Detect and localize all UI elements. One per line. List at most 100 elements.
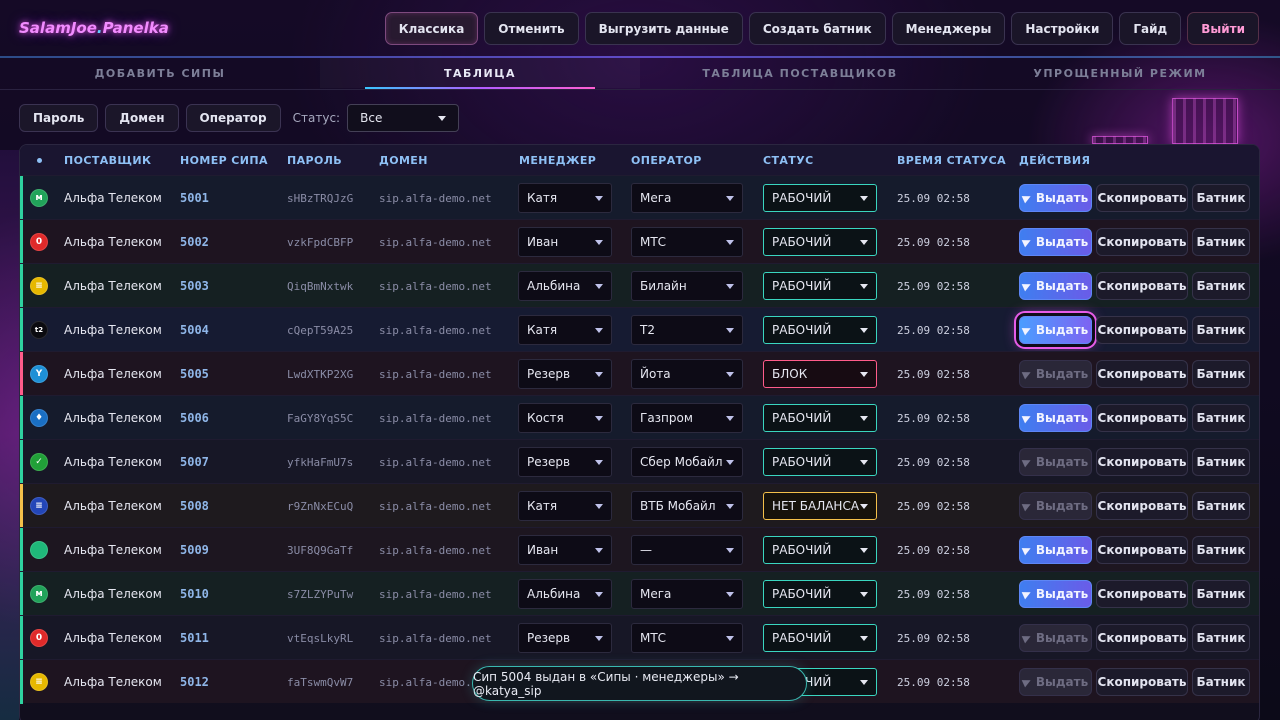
batnik-button[interactable]: Батник [1192,184,1250,212]
manager-select[interactable]: Резерв [518,447,612,477]
header-supplier[interactable]: ПОСТАВЩИК [64,145,151,175]
operator-select[interactable]: — [631,535,743,565]
status-select[interactable]: БЛОК [763,360,877,388]
status-select[interactable]: РАБОЧИЙ [763,448,877,476]
header-operator[interactable]: ОПЕРАТОР [631,145,702,175]
copy-button[interactable]: Скопировать [1096,624,1188,652]
status-select[interactable]: РАБОЧИЙ [763,316,877,344]
issue-button[interactable]: Выдать [1019,536,1092,564]
classic-button[interactable]: Классика [384,12,479,45]
manager-select[interactable]: Иван [518,227,612,257]
logout-button[interactable]: Выйти [1187,12,1259,45]
copy-button[interactable]: Скопировать [1096,228,1188,256]
manager-select[interactable]: Резерв [518,359,612,389]
issue-button[interactable]: Выдать [1019,448,1092,476]
filter-password-button[interactable]: Пароль [19,104,99,132]
guide-button[interactable]: Гайд [1119,12,1182,45]
mts-icon: 0 [30,233,48,251]
operator-select[interactable]: МТС [631,227,743,257]
gazprom-icon: ♦ [30,409,48,427]
operator-select[interactable]: Билайн [631,271,743,301]
status-filter-select[interactable]: Все [347,104,460,132]
status-select[interactable]: РАБОЧИЙ [763,228,877,256]
operator-select[interactable]: Газпром [631,403,743,433]
batnik-button[interactable]: Батник [1192,272,1250,300]
operator-select[interactable]: ВТБ Мобайл [631,491,743,521]
status-select[interactable]: РАБОЧИЙ [763,184,877,212]
filter-domain-button[interactable]: Домен [105,104,179,132]
domain-cell: sip.alfa-demo.net [379,587,492,601]
issue-button[interactable]: Выдать [1019,360,1092,388]
operator-select[interactable]: Мега [631,183,743,213]
header-sip-number[interactable]: НОМЕР СИПА [180,145,268,175]
batnik-button[interactable]: Батник [1192,536,1250,564]
telegram-plane-icon [1021,368,1033,380]
batnik-button[interactable]: Батник [1192,228,1250,256]
issue-button[interactable]: Выдать [1019,404,1092,432]
app-logo[interactable]: SalamJoe.Panelka [19,19,169,37]
tab-suppliers-table[interactable]: ТАБЛИЦА ПОСТАВЩИКОВ [640,58,960,88]
header-status-time[interactable]: ВРЕМЯ СТАТУСА [897,145,1006,175]
copy-button[interactable]: Скопировать [1096,492,1188,520]
manager-select[interactable]: Катя [518,183,612,213]
copy-button[interactable]: Скопировать [1096,404,1188,432]
issue-button[interactable]: Выдать [1019,492,1092,520]
header-domain[interactable]: ДОМЕН [379,145,428,175]
status-select[interactable]: НЕТ БАЛАНСА [763,492,877,520]
status-select[interactable]: РАБОЧИЙ [763,580,877,608]
tab-simple-mode[interactable]: УПРОЩЕННЫЙ РЕЖИМ [960,58,1280,88]
operator-select[interactable]: Сбер Мобайл [631,447,743,477]
tab-add-sips[interactable]: ДОБАВИТЬ СИПЫ [0,58,320,88]
copy-button[interactable]: Скопировать [1096,272,1188,300]
operator-select[interactable]: Т2 [631,315,743,345]
status-select[interactable]: РАБОЧИЙ [763,536,877,564]
batnik-button[interactable]: Батник [1192,668,1250,696]
issue-button[interactable]: Выдать [1019,272,1092,300]
issue-button[interactable]: Выдать [1019,668,1092,696]
copy-button[interactable]: Скопировать [1096,580,1188,608]
copy-button[interactable]: Скопировать [1096,448,1188,476]
batnik-button[interactable]: Батник [1192,404,1250,432]
status-select[interactable]: РАБОЧИЙ [763,272,877,300]
batnik-button[interactable]: Батник [1192,360,1250,388]
header-manager[interactable]: МЕНЕДЖЕР [519,145,596,175]
header-status[interactable]: СТАТУС [763,145,814,175]
tab-table[interactable]: ТАБЛИЦА [320,58,640,89]
issue-button[interactable]: Выдать [1019,184,1092,212]
manager-select[interactable]: Костя [518,403,612,433]
header-password[interactable]: ПАРОЛЬ [287,145,342,175]
manager-select[interactable]: Катя [518,491,612,521]
copy-button[interactable]: Скопировать [1096,316,1188,344]
manager-select[interactable]: Иван [518,535,612,565]
export-data-button[interactable]: Выгрузить данные [584,12,743,45]
batnik-button[interactable]: Батник [1192,580,1250,608]
issue-button[interactable]: Выдать [1019,624,1092,652]
copy-button[interactable]: Скопировать [1096,184,1188,212]
operator-select[interactable]: Мега [631,579,743,609]
batnik-button[interactable]: Батник [1192,624,1250,652]
managers-button[interactable]: Менеджеры [891,12,1006,45]
operator-select[interactable]: МТС [631,623,743,653]
manager-select[interactable]: Резерв [518,623,612,653]
issue-button[interactable]: Выдать [1019,316,1092,344]
manager-select[interactable]: Альбина [518,579,612,609]
filter-operator-button[interactable]: Оператор [185,104,281,132]
manager-select[interactable]: Катя [518,315,612,345]
settings-button[interactable]: Настройки [1011,12,1114,45]
batnik-button[interactable]: Батник [1192,316,1250,344]
issue-button[interactable]: Выдать [1019,228,1092,256]
batnik-button[interactable]: Батник [1192,492,1250,520]
copy-button[interactable]: Скопировать [1096,360,1188,388]
status-select[interactable]: РАБОЧИЙ [763,624,877,652]
copy-button[interactable]: Скопировать [1096,536,1188,564]
status-select[interactable]: РАБОЧИЙ [763,404,877,432]
batnik-button[interactable]: Батник [1192,448,1250,476]
operator-logo-cell: Y [30,352,48,396]
undo-button[interactable]: Отменить [484,12,579,45]
copy-button[interactable]: Скопировать [1096,668,1188,696]
status-value: РАБОЧИЙ [772,587,832,601]
operator-select[interactable]: Йота [631,359,743,389]
manager-select[interactable]: Альбина [518,271,612,301]
create-batnik-button[interactable]: Создать батник [748,12,886,45]
issue-button[interactable]: Выдать [1019,580,1092,608]
